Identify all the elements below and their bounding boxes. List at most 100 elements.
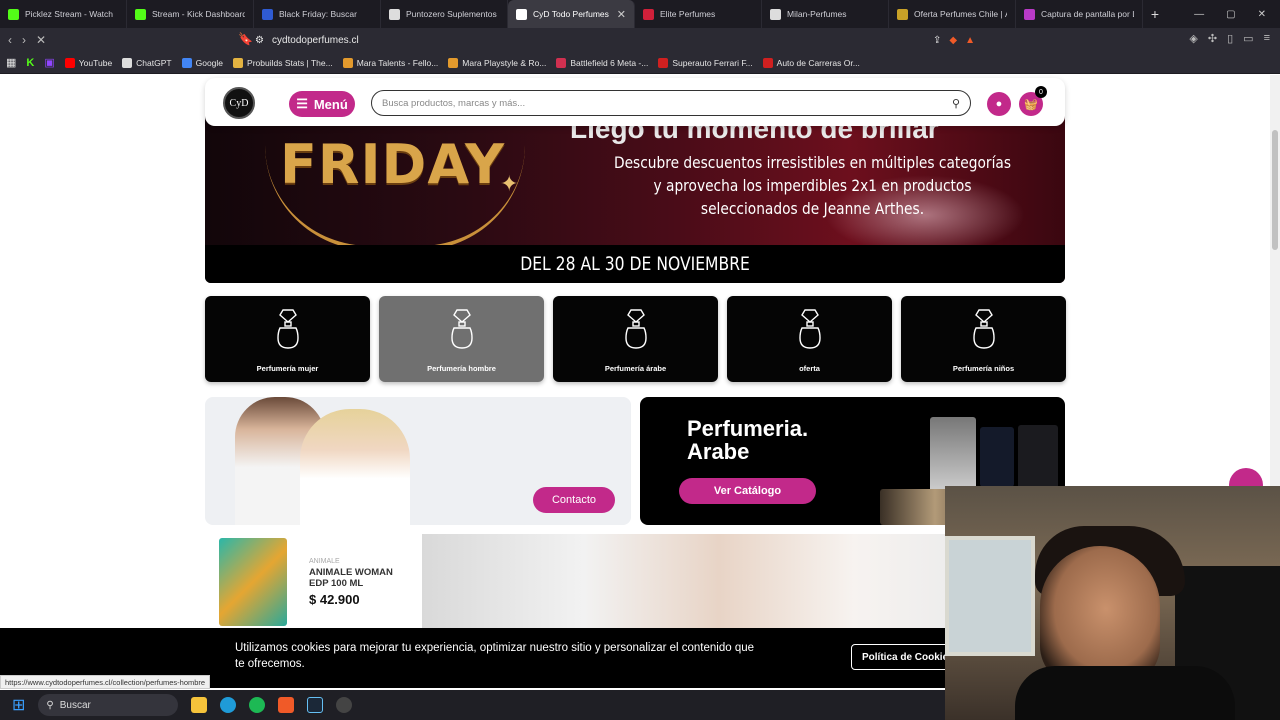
- view-catalog-button[interactable]: Ver Catálogo: [679, 478, 816, 504]
- banner-promo-text: Descubre descuentos irresistibles en múl…: [613, 153, 1012, 218]
- bookmarks-bar: ▦ K ▣ YouTube ChatGPT Google Probuilds Stat…: [0, 52, 1280, 74]
- site-info-icon[interactable]: ⚙: [255, 35, 264, 46]
- webcam-window-background: [945, 536, 1035, 656]
- model-woman-image: [300, 409, 410, 525]
- share-icon[interactable]: ⇪: [933, 35, 941, 46]
- bookmark-favicon-icon: [181, 57, 192, 68]
- minimize-icon[interactable]: —: [1194, 9, 1204, 20]
- edge-icon[interactable]: [220, 697, 237, 713]
- bookmark-item[interactable]: Battlefield 6 Meta -...: [556, 57, 648, 68]
- browser-tab[interactable]: Oferta Perfumes Chile | Ár: [889, 0, 1016, 28]
- brave-shield-icon[interactable]: ◆: [949, 35, 957, 46]
- product-price: $ 42.900: [309, 592, 360, 607]
- brave-rewards-icon[interactable]: ▲: [965, 35, 975, 46]
- new-tab-icon[interactable]: +: [1143, 6, 1167, 22]
- browser-tab[interactable]: Milan-Perfumes: [762, 0, 889, 28]
- window-controls: — ▢ ✕: [1194, 9, 1280, 20]
- menu-icon[interactable]: ≡: [1264, 32, 1270, 45]
- category-label: oferta: [799, 364, 820, 373]
- taskbar-search[interactable]: ⚲ Buscar: [38, 694, 179, 716]
- product-card[interactable]: ANIMALE ANIMALE WOMAN EDP 100 ML $ 42.90…: [205, 534, 417, 634]
- arabic-title-line2: Arabe: [687, 439, 750, 464]
- contact-promo-card[interactable]: Contacto: [205, 397, 631, 525]
- bookmark-item[interactable]: Superauto Ferrari F...: [658, 57, 753, 68]
- tab-title: Milan-Perfumes: [787, 9, 847, 19]
- cookie-text: Utilizamos cookies para mejorar tu exper…: [235, 642, 755, 670]
- maximize-icon[interactable]: ▢: [1226, 9, 1235, 20]
- bookmark-item[interactable]: Mara Talents - Fello...: [342, 57, 439, 68]
- bookmark-item[interactable]: Auto de Carreras Or...: [762, 57, 860, 68]
- bookmark-icon[interactable]: 🔖: [238, 32, 253, 46]
- wallet-icon[interactable]: ▭: [1243, 32, 1253, 45]
- browser-tab[interactable]: Black Friday: Buscar: [254, 0, 381, 28]
- category-tile[interactable]: Perfumería árabe: [553, 296, 718, 382]
- twitch-bookmark-icon[interactable]: ▣: [44, 56, 54, 69]
- bookmark-label: YouTube: [78, 57, 113, 68]
- bookmark-favicon-icon: [122, 57, 133, 68]
- bookmark-favicon-icon: [658, 57, 669, 68]
- close-tab-icon[interactable]: ✕: [617, 8, 626, 21]
- file-explorer-icon[interactable]: [191, 697, 208, 713]
- toolbar-icons: ◈ ✣ ▯ ▭ ≡: [1189, 32, 1270, 45]
- tab-favicon-icon: [8, 8, 19, 20]
- account-button[interactable]: ●: [987, 92, 1011, 116]
- tab-title: Oferta Perfumes Chile | Ár: [914, 9, 1007, 19]
- kick-bookmark-icon[interactable]: K: [26, 57, 34, 69]
- hamburger-icon: ☰: [296, 96, 308, 111]
- sidebar-icon[interactable]: ▯: [1227, 32, 1233, 45]
- tab-favicon-icon: [262, 8, 273, 20]
- stop-icon[interactable]: ✕: [36, 33, 46, 47]
- search-icon[interactable]: ⚲: [952, 97, 960, 110]
- site-logo[interactable]: CyD: [223, 87, 255, 119]
- perfume-bottle-icon: [625, 309, 647, 349]
- category-label: Perfumería hombre: [427, 364, 496, 373]
- black-friday-banner[interactable]: FRIDAY ✦ Llegó tu momento de brillar Des…: [205, 115, 1065, 283]
- scrollbar-thumb[interactable]: [1272, 130, 1278, 250]
- spotify-icon[interactable]: [249, 697, 266, 713]
- brave-icon[interactable]: [278, 697, 295, 713]
- obs-icon[interactable]: [336, 697, 353, 713]
- browser-tab[interactable]: Elite Perfumes: [635, 0, 762, 28]
- menu-label: Menú: [313, 96, 348, 112]
- bookmark-item[interactable]: Probuilds Stats | The...: [233, 57, 333, 68]
- forward-icon[interactable]: ›: [22, 33, 26, 47]
- browser-tab[interactable]: Captura de pantalla por L: [1016, 0, 1143, 28]
- search-input[interactable]: Busca productos, marcas y más... ⚲: [371, 90, 971, 116]
- back-icon[interactable]: ‹: [8, 33, 12, 47]
- perfume-model-banner-image[interactable]: [422, 534, 962, 634]
- perfume-bottle-icon: [973, 309, 995, 349]
- menu-button[interactable]: ☰ Menú: [289, 91, 355, 117]
- tab-favicon-icon: [389, 8, 400, 20]
- bookmark-label: Mara Talents - Fello...: [356, 57, 439, 68]
- tab-favicon-icon: [897, 8, 908, 20]
- browser-tab-bar: Picklez Stream - Watch Stream - Kick Dash…: [0, 0, 1280, 28]
- puzzle-icon[interactable]: ✣: [1208, 32, 1217, 45]
- browser-tab[interactable]: Puntozero Suplementos |: [381, 0, 508, 28]
- browser-tab[interactable]: Stream - Kick Dashboard: [127, 0, 254, 28]
- category-tile[interactable]: Perfumería niños: [901, 296, 1066, 382]
- contact-button[interactable]: Contacto: [533, 487, 615, 513]
- bookmark-item[interactable]: YouTube: [64, 57, 113, 68]
- bookmark-label: Probuilds Stats | The...: [247, 57, 333, 68]
- close-window-icon[interactable]: ✕: [1258, 9, 1266, 20]
- browser-tab[interactable]: Picklez Stream - Watch: [0, 0, 127, 28]
- search-icon: ⚲: [46, 699, 54, 711]
- cart-button[interactable]: 🧺 0: [1019, 86, 1047, 116]
- extension-icon[interactable]: ◈: [1189, 32, 1197, 45]
- arabic-card-title: Perfumeria. Arabe: [687, 417, 808, 463]
- bookmark-item[interactable]: ChatGPT: [122, 57, 172, 68]
- browser-tab[interactable]: CyD Todo Perfumes ✕: [508, 0, 635, 28]
- bookmark-item[interactable]: Google: [181, 57, 223, 68]
- apps-icon[interactable]: ▦: [6, 56, 16, 69]
- windows-start-icon[interactable]: ⊞: [12, 695, 25, 715]
- category-tile[interactable]: oferta: [727, 296, 892, 382]
- tab-title: Stream - Kick Dashboard: [152, 9, 245, 19]
- steam-icon[interactable]: [307, 697, 324, 713]
- address-bar[interactable]: ⚙ cydtodoperfumes.cl ⇪ ◆ ▲: [255, 30, 975, 50]
- tab-favicon-icon: [770, 8, 781, 20]
- category-tile[interactable]: Perfumería hombre: [379, 296, 544, 382]
- category-tile[interactable]: Perfumería mujer: [205, 296, 370, 382]
- bookmark-item[interactable]: Mara Playstyle & Ro...: [448, 57, 546, 68]
- bookmark-favicon-icon: [233, 57, 244, 68]
- screen: Picklez Stream - Watch Stream - Kick Dash…: [0, 0, 1280, 720]
